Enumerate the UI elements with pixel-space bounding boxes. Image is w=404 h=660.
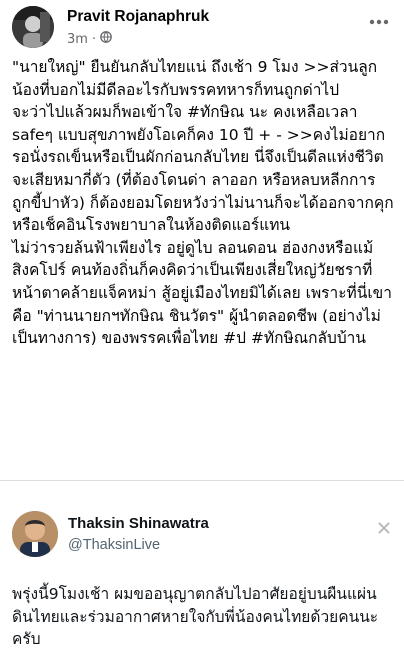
post-header: Pravit Rojanaphruk 3m · bbox=[12, 4, 392, 48]
globe-icon bbox=[100, 31, 112, 47]
quoted-author-name[interactable]: Thaksin Shinawatra bbox=[68, 515, 209, 532]
quoted-author-avatar[interactable] bbox=[12, 511, 58, 557]
author-name[interactable]: Pravit Rojanaphruk bbox=[67, 8, 209, 26]
quoted-tweet-text: พรุ่งนี้9โมงเช้า ผมขออนุญาตกลับไปอาศัยอย… bbox=[12, 585, 379, 649]
separator-dot: · bbox=[91, 31, 97, 47]
quoted-author-handle[interactable]: @ThaksinLive bbox=[68, 537, 160, 553]
quoted-tweet-card[interactable]: Thaksin Shinawatra @ThaksinLive พรุ่งนี้… bbox=[0, 480, 404, 660]
author-avatar[interactable] bbox=[12, 6, 54, 48]
post-body: "นายใหญ่" ยืนยันกลับไทยแน่ ถึงเช้า 9 โมง… bbox=[12, 56, 394, 350]
post-meta: 3m · bbox=[67, 31, 112, 47]
facebook-post: Pravit Rojanaphruk 3m · "นายใหญ่" ยืนยัน… bbox=[0, 0, 404, 660]
more-options-icon[interactable] bbox=[368, 12, 390, 25]
close-icon[interactable] bbox=[378, 519, 390, 534]
post-time[interactable]: 3m bbox=[67, 32, 88, 47]
post-text: "นายใหญ่" ยืนยันกลับไทยแน่ ถึงเช้า 9 โมง… bbox=[12, 58, 394, 348]
